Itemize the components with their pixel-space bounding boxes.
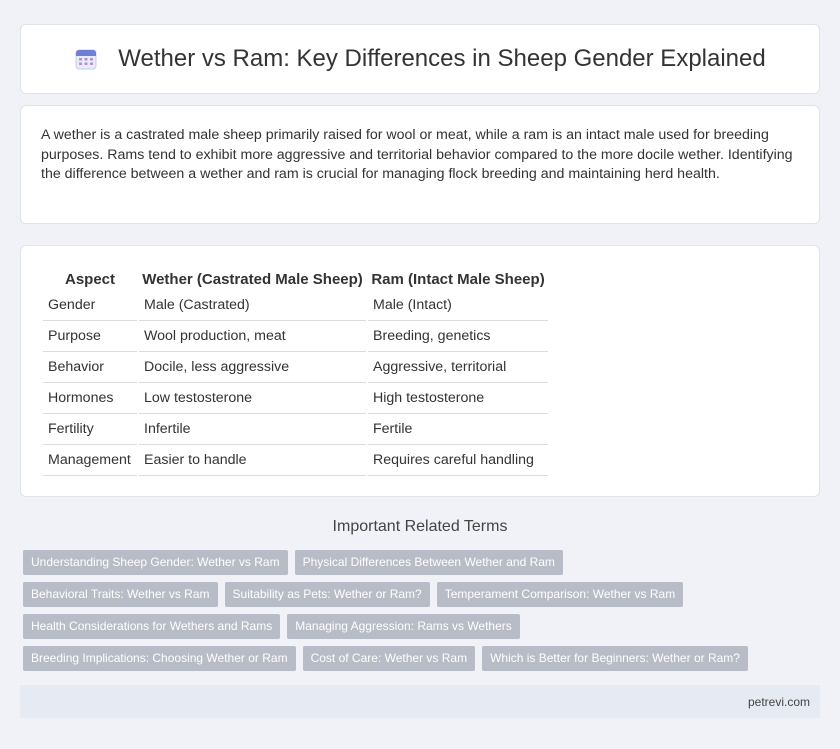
related-term-tag[interactable]: Temperament Comparison: Wether vs Ram	[436, 582, 684, 607]
related-term-tag[interactable]: Understanding Sheep Gender: Wether vs Ra…	[23, 550, 288, 575]
table-cell: Management	[43, 445, 137, 476]
intro-text: A wether is a castrated male sheep prima…	[41, 127, 793, 182]
table-cell: Fertility	[43, 414, 137, 445]
table-cell: Easier to handle	[139, 445, 366, 476]
related-term-tag[interactable]: Behavioral Traits: Wether vs Ram	[23, 582, 218, 607]
footer: petrevi.com	[20, 685, 820, 718]
related-terms-list: Understanding Sheep Gender: Wether vs Ra…	[23, 550, 763, 678]
table-cell: Docile, less aggressive	[139, 352, 366, 383]
related-term-tag[interactable]: Suitability as Pets: Wether or Ram?	[224, 582, 430, 607]
table-cell: Breeding, genetics	[368, 321, 548, 352]
comparison-table: Aspect Wether (Castrated Male Sheep) Ram…	[41, 266, 550, 476]
related-term-tag[interactable]: Managing Aggression: Rams vs Wethers	[287, 614, 520, 639]
title-card: Wether vs Ram: Key Differences in Sheep …	[20, 24, 820, 94]
header-ram: Ram (Intact Male Sheep)	[371, 270, 545, 288]
table-cell: Infertile	[139, 414, 366, 445]
header-aspect: Aspect	[64, 270, 116, 288]
table-row: Fertility Infertile Fertile	[43, 414, 548, 445]
related-terms-title: Important Related Terms	[332, 518, 508, 535]
related-term-tag[interactable]: Physical Differences Between Wether and …	[294, 550, 563, 575]
intro-card: A wether is a castrated male sheep prima…	[20, 105, 820, 224]
table-cell: Behavior	[43, 352, 137, 383]
related-term-tag[interactable]: Health Considerations for Wethers and Ra…	[23, 614, 281, 639]
table-row: Purpose Wool production, meat Breeding, …	[43, 321, 548, 352]
table-cell: Male (Castrated)	[139, 290, 366, 321]
footer-site-link[interactable]: petrevi.com	[748, 695, 810, 709]
table-cell: Purpose	[43, 321, 137, 352]
table-cell: Fertile	[368, 414, 548, 445]
related-term-tag[interactable]: Which is Better for Beginners: Wether or…	[482, 646, 748, 671]
calendar-icon	[75, 49, 97, 70]
table-cell: Wool production, meat	[139, 321, 366, 352]
table-cell: Gender	[43, 290, 137, 321]
table-row: Hormones Low testosterone High testoster…	[43, 383, 548, 414]
table-cell: Requires careful handling	[368, 445, 548, 476]
related-term-tag[interactable]: Cost of Care: Wether vs Ram	[302, 646, 476, 671]
comparison-card: Aspect Wether (Castrated Male Sheep) Ram…	[20, 245, 820, 497]
table-cell: Aggressive, territorial	[368, 352, 548, 383]
table-cell: Hormones	[43, 383, 137, 414]
table-row: Management Easier to handle Requires car…	[43, 445, 548, 476]
table-cell: Low testosterone	[139, 383, 366, 414]
table-row: Behavior Docile, less aggressive Aggress…	[43, 352, 548, 383]
table-cell: Male (Intact)	[368, 290, 548, 321]
table-header-row: Aspect Wether (Castrated Male Sheep) Ram…	[43, 266, 548, 290]
page-title: Wether vs Ram: Key Differences in Sheep …	[118, 45, 766, 72]
table-cell: High testosterone	[368, 383, 548, 414]
header-wether: Wether (Castrated Male Sheep)	[142, 270, 363, 288]
related-term-tag[interactable]: Breeding Implications: Choosing Wether o…	[23, 646, 296, 671]
table-row: Gender Male (Castrated) Male (Intact)	[43, 290, 548, 321]
